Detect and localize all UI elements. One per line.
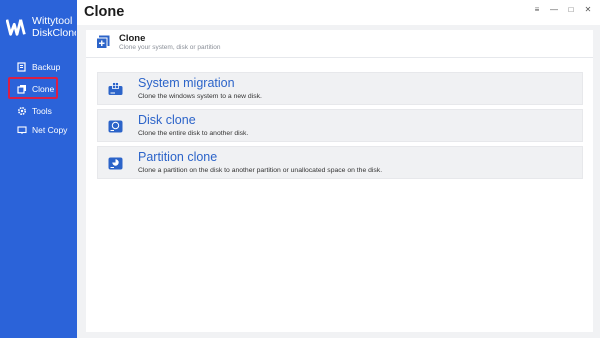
sidebar-item-label: Clone: [32, 83, 55, 94]
close-icon[interactable]: ✕: [584, 5, 592, 14]
section-title: Clone: [119, 33, 146, 44]
app-name-line2: DiskClone: [32, 27, 76, 39]
option-title: Disk clone: [138, 113, 196, 127]
backup-icon: [17, 61, 26, 72]
net-copy-icon: [17, 125, 27, 134]
title-bar: Clone ≡ — □ ✕: [77, 0, 600, 25]
window-controls: ≡ — □ ✕: [533, 5, 592, 14]
clone-icon: [17, 84, 26, 94]
clone-add-icon: [96, 35, 110, 49]
sidebar-item-label: Tools: [32, 105, 52, 116]
menu-icon[interactable]: ≡: [533, 5, 541, 14]
sidebar-item-tools[interactable]: Tools: [0, 101, 77, 120]
option-title: System migration: [138, 76, 235, 90]
partition-icon: [108, 157, 123, 170]
sidebar-item-label: Backup: [32, 61, 61, 72]
sidebar-item-label: Net Copy: [32, 124, 68, 135]
sidebar-item-net-copy[interactable]: Net Copy: [0, 120, 77, 139]
option-description: Clone the windows system to a new disk.: [138, 93, 262, 100]
sidebar: Wittytool DiskClone Backup Clone Tools N…: [0, 0, 77, 338]
maximize-icon[interactable]: □: [567, 5, 575, 14]
main-area: Clone ≡ — □ ✕ Clone Clone your system, d…: [77, 0, 600, 338]
logo-w-icon: [6, 19, 26, 36]
option-system-migration[interactable]: System migration Clone the windows syste…: [97, 72, 583, 105]
app-name: Wittytool DiskClone: [32, 15, 76, 39]
app-name-line1: Wittytool: [32, 15, 73, 27]
option-description: Clone a partition on the disk to another…: [138, 167, 383, 174]
sidebar-nav: Backup Clone Tools Net Copy: [0, 57, 77, 139]
minimize-icon[interactable]: —: [550, 5, 558, 14]
sidebar-item-backup[interactable]: Backup: [0, 57, 77, 76]
option-title: Partition clone: [138, 150, 218, 164]
sidebar-item-clone[interactable]: Clone: [0, 77, 77, 99]
page-title: Clone: [84, 4, 125, 20]
option-description: Clone the entire disk to another disk.: [138, 130, 249, 137]
section-header: Clone Clone your system, disk or partiti…: [86, 30, 593, 58]
disk-icon: [108, 120, 123, 133]
section-subtitle: Clone your system, disk or partition: [119, 44, 221, 51]
gear-icon: [17, 106, 27, 115]
option-partition-clone[interactable]: Partition clone Clone a partition on the…: [97, 146, 583, 179]
app-logo: Wittytool DiskClone: [6, 12, 76, 42]
option-disk-clone[interactable]: Disk clone Clone the entire disk to anot…: [97, 109, 583, 142]
clone-panel: Clone Clone your system, disk or partiti…: [86, 30, 593, 332]
system-migration-icon: [108, 82, 123, 95]
